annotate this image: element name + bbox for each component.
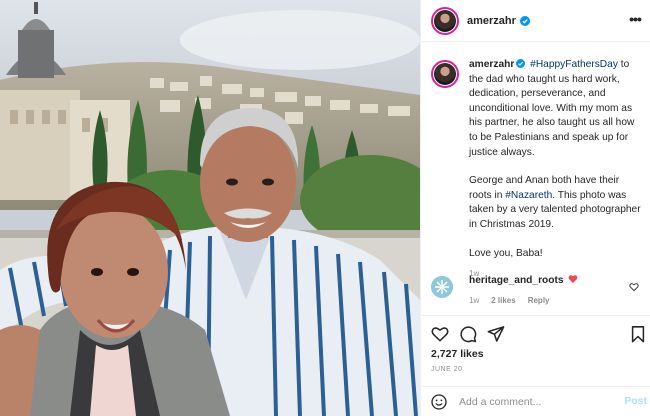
caption-paragraph: George and Anan both have their roots in…: [469, 174, 643, 232]
commenter-logo: [431, 276, 453, 298]
post-date[interactable]: JUNE 20: [431, 366, 463, 373]
more-options-icon[interactable]: •••: [627, 12, 643, 28]
caption-username[interactable]: amerzahr: [469, 59, 514, 70]
caption-text: amerzahr #HappyFathersDay to the dad who…: [469, 58, 643, 160]
heart-icon[interactable]: [629, 282, 639, 292]
emoji-icon[interactable]: [431, 394, 447, 410]
comment-input[interactable]: [459, 392, 609, 412]
caption: amerzahr #HappyFathersDay to the dad who…: [431, 58, 643, 278]
commenter-avatar[interactable]: [431, 276, 453, 298]
red-heart-icon: [568, 275, 578, 283]
commenter-username[interactable]: heritage_and_roots: [469, 275, 564, 286]
post-details-panel: amerzahr ••• amerzahr #HappyFathersDay t…: [420, 0, 650, 416]
caption-avatar[interactable]: [431, 60, 459, 88]
hashtag-link[interactable]: #Nazareth: [505, 190, 552, 201]
caption-segment: to the dad who taught us hard work, dedi…: [469, 59, 635, 158]
comment: heritage_and_roots 1w 2 likes Reply: [431, 274, 643, 305]
author-username[interactable]: amerzahr: [467, 15, 516, 27]
post-comment-button[interactable]: Post: [624, 395, 647, 407]
verified-badge-icon: [516, 59, 526, 68]
action-bar: [421, 315, 650, 349]
likes-count[interactable]: 2,727 likes: [431, 348, 484, 360]
author-avatar[interactable]: [431, 6, 459, 35]
verified-badge-icon: [519, 15, 530, 26]
share-icon[interactable]: [487, 325, 505, 343]
reply-button[interactable]: Reply: [528, 296, 550, 305]
comment-text: heritage_and_roots: [469, 274, 643, 288]
add-comment-bar: Post: [421, 386, 650, 416]
heart-icon[interactable]: [431, 325, 449, 343]
comment-timestamp[interactable]: 1w: [469, 296, 479, 305]
post-photo: [0, 0, 420, 416]
bookmark-icon[interactable]: [629, 325, 647, 343]
comment-meta: 1w 2 likes Reply: [469, 296, 643, 305]
caption-paragraph: Love you, Baba!: [469, 247, 543, 259]
photo-illustration: [0, 0, 420, 416]
comment-icon[interactable]: [459, 325, 477, 343]
hashtag-link[interactable]: #HappyFathersDay: [530, 59, 618, 70]
post-header: amerzahr •••: [421, 0, 650, 42]
comment-likes[interactable]: 2 likes: [491, 296, 515, 305]
